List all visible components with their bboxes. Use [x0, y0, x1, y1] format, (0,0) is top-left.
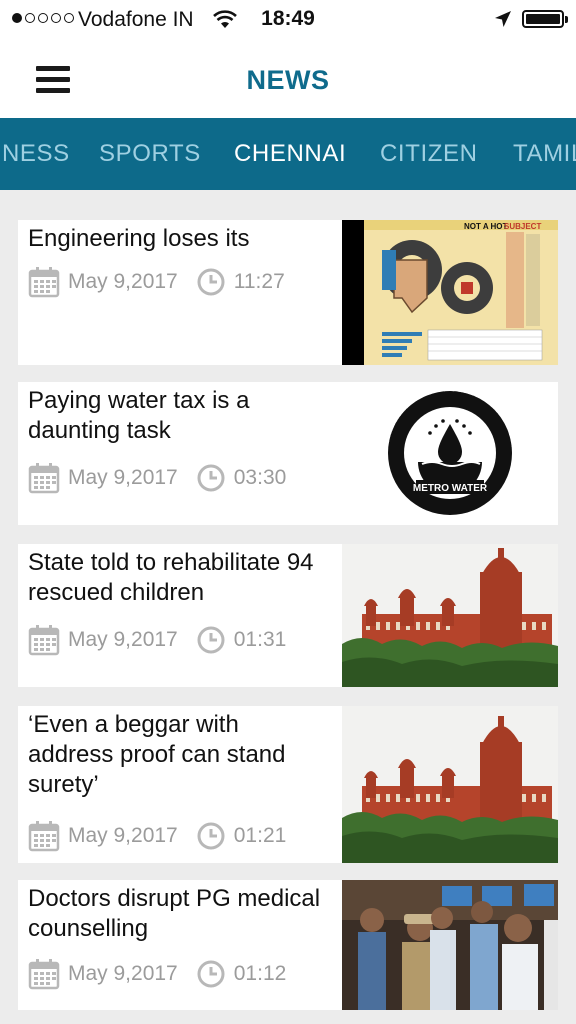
tab-chennai[interactable]: CHENNAI: [234, 140, 346, 168]
status-time: 18:49: [261, 7, 315, 30]
article-thumbnail: CHENNAI METROPOLITAN WATER SUPPLY AND SE…: [342, 382, 558, 525]
article-meta: May 9,2017 01:21: [28, 820, 286, 852]
article-date: May 9,2017: [68, 824, 178, 847]
article-date: May 9,2017: [68, 628, 178, 651]
infographic-heading-accent: SUBJECT: [504, 222, 541, 231]
article-meta: May 9,2017 01:31: [28, 624, 286, 656]
article-thumbnail: NOT A HOT SUBJECT: [342, 220, 558, 365]
clock-icon: [197, 626, 225, 654]
category-tab-bar[interactable]: NESS SPORTS CHENNAI CITIZEN TAMIL: [0, 118, 576, 190]
calendar-icon: [28, 625, 60, 656]
article-time: 01:31: [233, 628, 287, 651]
article-title: Engineering loses its: [28, 225, 250, 252]
article-title: Doctors disrupt PG medical counselling: [28, 885, 321, 942]
clock-icon: [197, 268, 225, 296]
article-date: May 9,2017: [68, 466, 178, 489]
tab-sports[interactable]: SPORTS: [99, 140, 201, 168]
clock-icon: [197, 464, 225, 492]
location-arrow-icon: [495, 11, 511, 27]
article-title: Paying water tax is a daunting task: [28, 387, 250, 444]
article-date: May 9,2017: [68, 270, 178, 293]
article-card[interactable]: Paying water tax is a daunting task May …: [18, 382, 558, 525]
article-meta: May 9,2017 03:30: [28, 462, 286, 494]
clock-icon: [197, 822, 225, 850]
article-date: May 9,2017: [68, 962, 178, 985]
article-card[interactable]: Doctors disrupt PG medical counselling M…: [18, 880, 558, 1010]
article-thumbnail: [342, 880, 558, 1010]
infographic-heading: NOT A HOT: [464, 222, 508, 231]
calendar-icon: [28, 959, 60, 990]
article-card[interactable]: State told to rehabilitate 94 rescued ch…: [18, 544, 558, 687]
clock-icon: [197, 960, 225, 988]
news-feed[interactable]: Engineering loses its May 9,2017 11:27 N…: [0, 190, 576, 1024]
tab-business[interactable]: NESS: [2, 140, 70, 168]
tab-tamil[interactable]: TAMIL: [513, 140, 576, 168]
article-title: ‘Even a beggar with address proof can st…: [28, 711, 286, 798]
calendar-icon: [28, 267, 60, 298]
calendar-icon: [28, 463, 60, 494]
article-thumbnail: [342, 706, 558, 863]
article-meta: May 9,2017 01:12: [28, 958, 286, 990]
article-time: 01:12: [233, 962, 287, 985]
metro-water-label: METRO WATER: [413, 483, 488, 494]
page-title: NEWS: [246, 65, 330, 95]
tab-citizen[interactable]: CITIZEN: [380, 140, 478, 168]
battery-icon: [522, 10, 568, 28]
article-meta: May 9,2017 11:27: [28, 266, 285, 298]
app-header: NEWS: [0, 40, 576, 118]
article-title: State told to rehabilitate 94 rescued ch…: [28, 549, 314, 606]
article-time: 11:27: [233, 270, 285, 293]
article-card[interactable]: ‘Even a beggar with address proof can st…: [18, 706, 558, 863]
calendar-icon: [28, 821, 60, 852]
article-time: 03:30: [233, 466, 287, 489]
article-time: 01:21: [233, 824, 287, 847]
article-thumbnail: [342, 544, 558, 687]
status-bar: Vodafone IN 18:49: [0, 0, 576, 40]
article-card[interactable]: Engineering loses its May 9,2017 11:27 N…: [18, 220, 558, 365]
